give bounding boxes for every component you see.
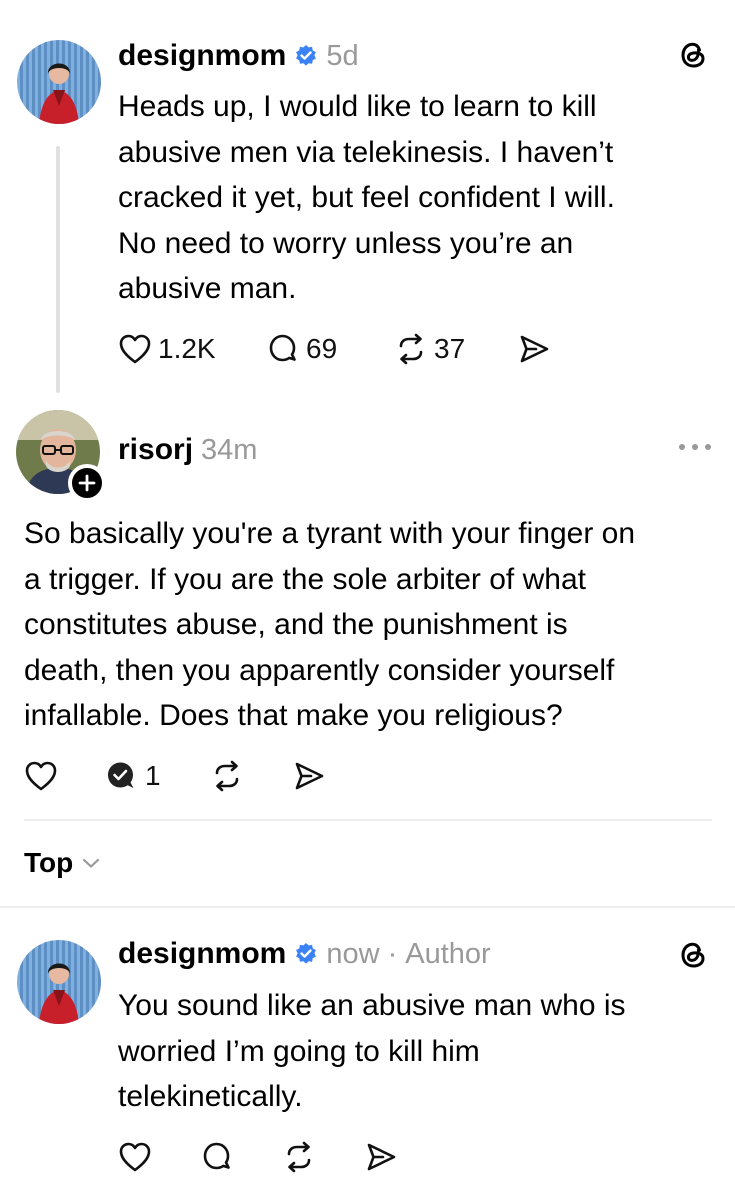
heart-icon — [25, 761, 57, 791]
author-reply-share-button[interactable] — [362, 1139, 400, 1175]
post-repost-button[interactable]: 37 — [394, 330, 465, 368]
avatar-image — [17, 940, 101, 1024]
author-reply-reply-button[interactable] — [198, 1138, 236, 1176]
author-reply-text: You sound like an abusive man who is wor… — [118, 983, 626, 1120]
repost-icon — [399, 333, 423, 365]
reply-share-button[interactable] — [290, 758, 328, 794]
post-reply-button[interactable]: 69 — [266, 330, 337, 368]
heart-icon — [119, 1142, 151, 1172]
post-like-button[interactable]: 1.2K — [118, 330, 216, 368]
reply-text-line: a trigger. If you are the sole arbiter o… — [24, 562, 586, 596]
post-text-line: abusive man. — [118, 272, 297, 305]
reply-text-line: constitutes abuse, and the punishment is — [24, 608, 568, 641]
follow-plus-button[interactable] — [68, 464, 106, 502]
post-text: Heads up, I would like to learn to kill … — [118, 84, 615, 312]
repost-icon — [215, 760, 239, 792]
post-reply-count: 69 — [306, 333, 338, 364]
send-icon — [295, 762, 324, 790]
reply-text-line: So basically you're a tyrant with your f… — [24, 517, 636, 550]
verified-badge-icon — [294, 44, 318, 68]
post-text-line: abusive men via telekinesis. I haven’t — [118, 135, 614, 169]
divider — [24, 819, 712, 821]
post-text-line: No need to worry unless you’re an — [118, 226, 574, 260]
reply-time: 34m — [201, 433, 258, 466]
divider — [0, 906, 735, 908]
reply-repost-button[interactable] — [208, 757, 246, 795]
author-reply-text-line: telekinetically. — [118, 1080, 303, 1113]
threads-logo-icon[interactable] — [675, 936, 711, 972]
author-reply-like-button[interactable] — [116, 1138, 154, 1176]
reply-text-line: death, then you apparently consider your… — [24, 653, 615, 687]
sort-label: Top — [24, 847, 74, 878]
post-text-line: cracked it yet, but feel confident I wil… — [118, 181, 615, 214]
comment-filled-check-icon — [108, 762, 134, 788]
author-badge: Author — [405, 937, 491, 970]
reply-header: risorj 34m — [118, 430, 257, 470]
reply-text: So basically you're a tyrant with your f… — [24, 511, 635, 739]
author-reply-time: now — [326, 937, 380, 970]
comment-icon — [203, 1142, 230, 1170]
post-like-count: 1.2K — [158, 333, 216, 364]
post-time: 5d — [326, 39, 359, 72]
threads-logo-icon[interactable] — [675, 36, 711, 72]
send-icon — [367, 1143, 396, 1171]
sort-dropdown[interactable]: Top — [24, 842, 101, 884]
reply-reply-count: 1 — [145, 760, 161, 791]
author-reply-username[interactable]: designmom — [118, 937, 286, 971]
author-reply-text-line: You sound like an abusive man who is — [118, 989, 626, 1022]
more-options-button[interactable] — [675, 432, 715, 462]
meta-separator: · — [387, 937, 398, 970]
verified-badge-icon — [294, 942, 318, 966]
thread-line — [56, 146, 60, 393]
chevron-down-icon — [83, 858, 100, 868]
post-repost-count: 37 — [434, 333, 466, 364]
avatar-designmom[interactable] — [17, 40, 101, 124]
repost-icon — [287, 1141, 311, 1173]
reply-username[interactable]: risorj — [118, 433, 193, 467]
avatar-designmom[interactable] — [17, 940, 101, 1024]
reply-reply-button[interactable]: 1 — [103, 757, 161, 795]
author-reply-repost-button[interactable] — [280, 1138, 318, 1176]
heart-icon — [119, 334, 151, 364]
send-icon — [520, 335, 549, 363]
author-reply-text-line: worried I’m going to kill him — [118, 1034, 480, 1068]
post-username[interactable]: designmom — [118, 39, 286, 73]
post-text-line: Heads up, I would like to learn to kill — [118, 90, 597, 123]
comment-icon — [269, 334, 296, 362]
reply-like-button[interactable] — [22, 757, 60, 795]
avatar-image — [17, 40, 101, 124]
reply-text-line: infallable. Does that make you religious… — [24, 699, 563, 732]
post-share-button[interactable] — [516, 331, 552, 367]
plus-icon — [78, 474, 96, 492]
author-reply-header: designmom now · Author — [118, 934, 491, 974]
post-header: designmom 5d — [118, 36, 359, 76]
ellipsis-icon — [679, 444, 711, 450]
